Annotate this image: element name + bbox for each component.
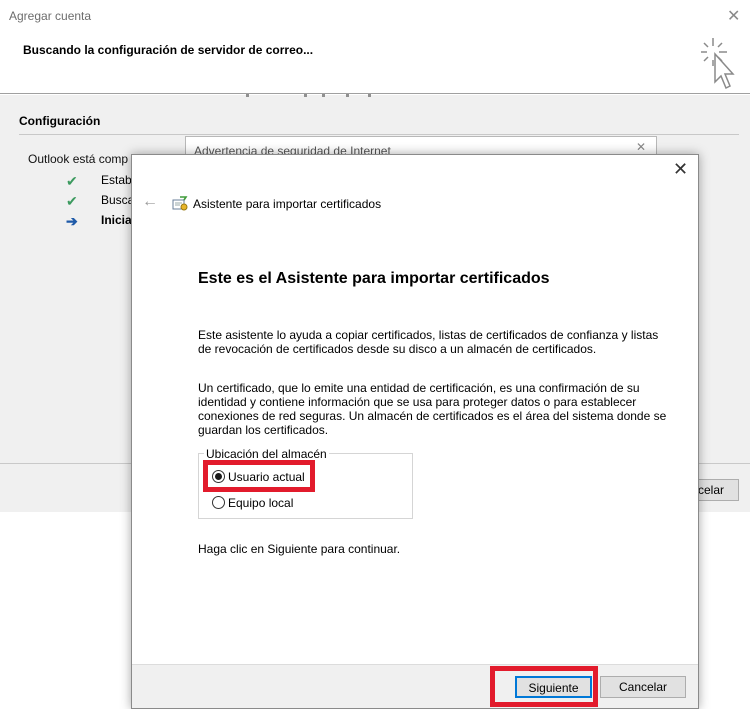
store-location-legend: Ubicación del almacén [204,447,329,461]
status-text: Outlook está comp [28,152,129,166]
close-icon[interactable]: ✕ [673,160,688,178]
radio-button[interactable] [212,496,225,509]
search-heading: Buscando la configuración de servidor de… [23,43,314,57]
step-label: Estab [101,173,132,187]
step-item: ➔ Inician [66,213,139,230]
configuration-title: Configuración [19,114,101,128]
highlight-box [490,666,598,707]
wizard-title: Asistente para importar certificados [193,197,382,211]
intro-text: Este asistente lo ayuda a copiar certifi… [198,328,659,356]
cancel-button[interactable]: Cancelar [600,676,686,698]
close-icon: ✕ [636,140,647,154]
window-title: Agregar cuenta [9,9,92,23]
certificate-icon [172,196,188,211]
busy-cursor-icon [701,38,735,90]
check-icon: ✔ [66,173,78,189]
step-label: Busca [101,193,135,207]
description-text: Un certificado, que lo emite una entidad… [198,381,667,437]
step-item: ✔ Estab [66,173,132,190]
continue-hint: Haga clic en Siguiente para continuar. [198,542,401,556]
back-arrow-icon[interactable]: ← [142,193,158,211]
wizard-heading: Este es el Asistente para importar certi… [198,270,550,287]
check-icon: ✔ [66,193,78,209]
progress-dots [240,93,380,99]
step-item: ✔ Busca [66,193,134,210]
arrow-right-icon: ➔ [66,213,78,229]
highlight-box [203,460,315,492]
radio-label: Equipo local [228,496,294,510]
close-icon[interactable]: ✕ [727,6,740,26]
divider [19,134,739,135]
certificate-import-wizard: ✕ ← Asistente para importar certificados… [131,154,699,709]
